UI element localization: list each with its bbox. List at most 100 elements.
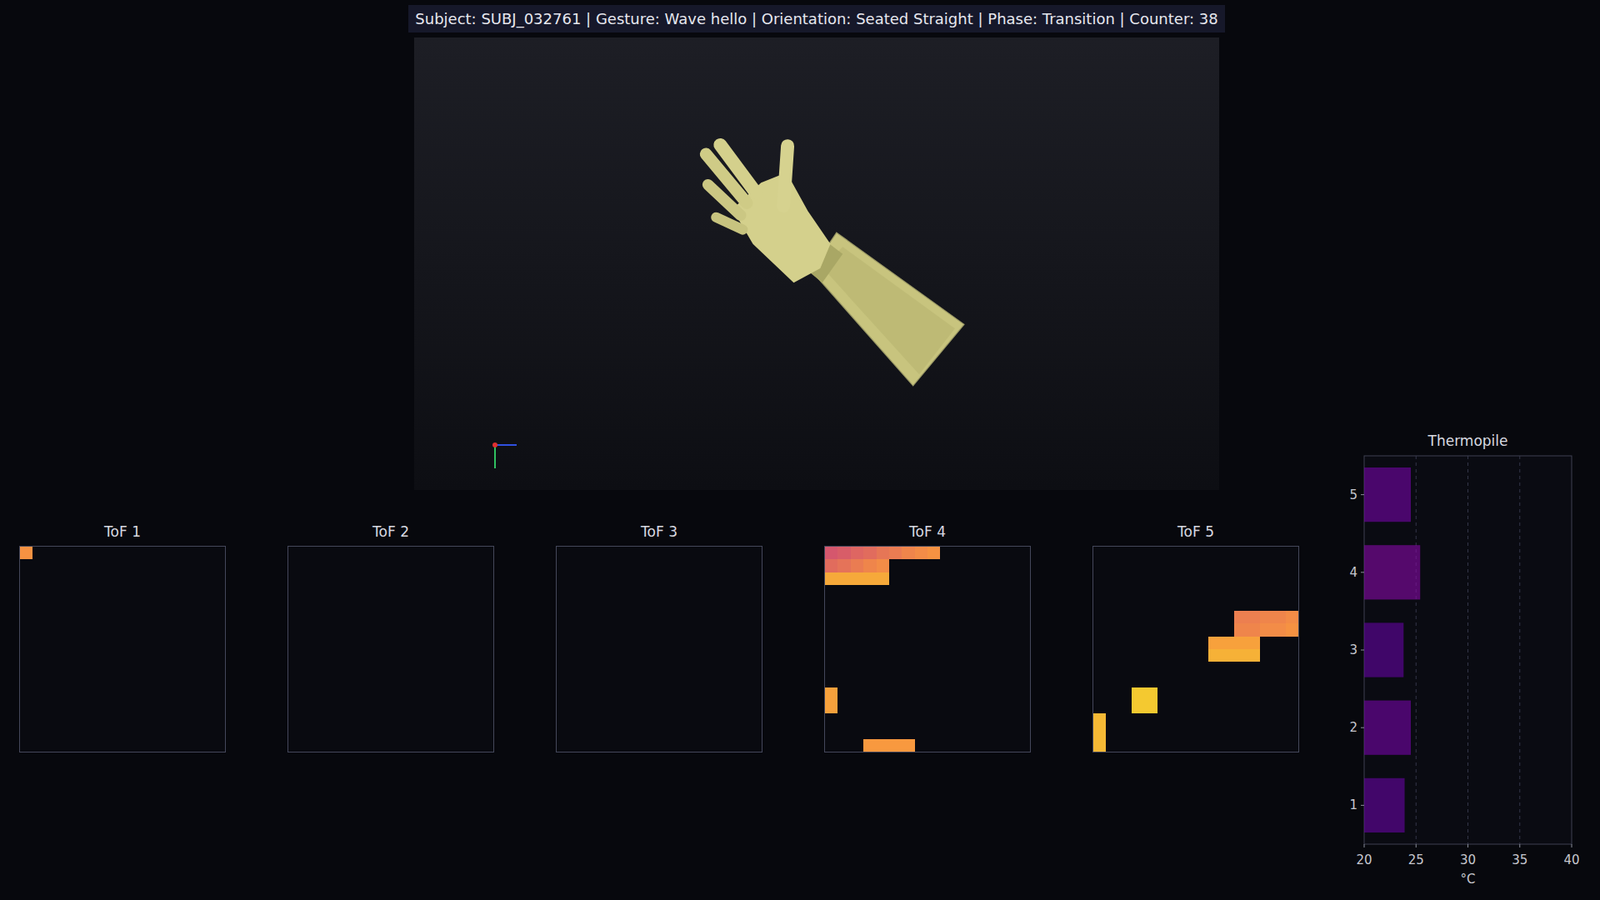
tof-cell — [174, 610, 187, 624]
tof-cell — [58, 725, 71, 739]
grid-line — [1415, 455, 1417, 845]
tof-cell — [1170, 649, 1183, 662]
tof-cell — [1285, 585, 1299, 598]
tof-cell — [850, 725, 864, 739]
tof-cell — [889, 598, 902, 611]
tof-cell — [314, 649, 327, 662]
tof-cell — [953, 700, 966, 714]
tof-cell — [876, 623, 890, 636]
tof-cell — [1105, 585, 1119, 598]
tof-cell — [467, 598, 480, 611]
tof-cell — [1093, 661, 1106, 675]
tof-cell — [403, 675, 416, 688]
tof-cell — [480, 675, 494, 688]
tof-cell — [1131, 572, 1145, 585]
tof-cell — [889, 585, 902, 598]
tof-cell — [582, 546, 595, 560]
tof-cell — [20, 661, 33, 675]
tof-cell — [288, 661, 301, 675]
tof-cell — [837, 649, 850, 662]
tof-cell — [110, 675, 123, 688]
tof-cell — [915, 572, 928, 585]
tof-cell — [659, 661, 672, 675]
tof-cell — [1272, 610, 1285, 624]
thermo-bar — [1364, 467, 1411, 522]
tof-cell — [58, 649, 71, 662]
tof-cell — [135, 687, 148, 700]
tof-cell — [71, 572, 85, 585]
thermo-bar — [1364, 778, 1405, 833]
y-tick-label: 5 — [1349, 487, 1358, 503]
tof-cell — [1195, 546, 1209, 560]
tof-cell — [122, 649, 135, 662]
tof-cell — [352, 598, 365, 611]
tof-cell — [659, 585, 672, 598]
tof-cell — [1105, 725, 1119, 739]
tof-cell — [442, 725, 455, 739]
tof-cell — [352, 572, 365, 585]
tof-cell — [569, 725, 582, 739]
tof-cell — [1170, 636, 1183, 650]
tof-cell — [1170, 687, 1183, 700]
tof-cell — [122, 610, 135, 624]
tof-cell — [927, 675, 940, 688]
tof-cell — [671, 636, 685, 650]
tof-cell — [45, 739, 59, 752]
tof-cell — [212, 687, 225, 700]
tof-cell — [569, 585, 582, 598]
tof-cell — [595, 687, 608, 700]
tof-cell — [710, 585, 724, 598]
tof-cell — [390, 700, 404, 714]
tof-cell — [96, 585, 110, 598]
tof-cell — [1004, 649, 1017, 662]
tof-cell — [685, 713, 698, 726]
tof-cell — [1272, 687, 1285, 700]
tof-cell — [633, 572, 646, 585]
tof-cell — [110, 700, 123, 714]
tof-cell — [84, 559, 97, 572]
tof-cell — [1157, 713, 1170, 726]
tof-cell — [467, 700, 480, 714]
tof-cell — [96, 739, 110, 752]
tof-cell — [442, 610, 455, 624]
tof-cell — [212, 572, 225, 585]
3d-viewport[interactable] — [414, 37, 1220, 490]
tof-cell — [96, 713, 110, 726]
tof-cell — [953, 598, 966, 611]
tof-cell — [850, 623, 864, 636]
tof-cell — [32, 661, 45, 675]
tof-cell — [45, 636, 59, 650]
tof-cell — [671, 649, 685, 662]
tof-cell — [1105, 623, 1119, 636]
tof-cell — [1285, 598, 1299, 611]
tof-cell — [365, 675, 378, 688]
tof-cell — [1119, 559, 1132, 572]
x-tick-label: 40 — [1563, 852, 1580, 868]
tof-cell — [889, 661, 902, 675]
tof-cell — [455, 623, 468, 636]
tof-cell — [927, 661, 940, 675]
tof-cell — [901, 610, 915, 624]
tof-cell — [1131, 739, 1145, 752]
tof-cell — [697, 739, 710, 752]
tof-cell — [991, 559, 1005, 572]
tof-cell — [671, 739, 685, 752]
tof-cell — [148, 675, 161, 688]
tof-cell — [20, 675, 33, 688]
tof-cell — [1272, 661, 1285, 675]
tof-cell — [1093, 546, 1106, 560]
tof-cell — [556, 649, 570, 662]
tof-cell — [965, 739, 979, 752]
tof-cell — [735, 713, 749, 726]
tof-cell — [1119, 675, 1132, 688]
tof-cell — [1195, 739, 1209, 752]
tof-cell — [1183, 739, 1196, 752]
tof-cell — [212, 598, 225, 611]
tof-cell — [186, 623, 200, 636]
tof-cell — [1004, 687, 1017, 700]
tof-cell — [110, 661, 123, 675]
tof-cell — [96, 559, 110, 572]
tof-cell — [608, 585, 621, 598]
tof-cell — [863, 623, 876, 636]
tof-cell — [735, 610, 749, 624]
